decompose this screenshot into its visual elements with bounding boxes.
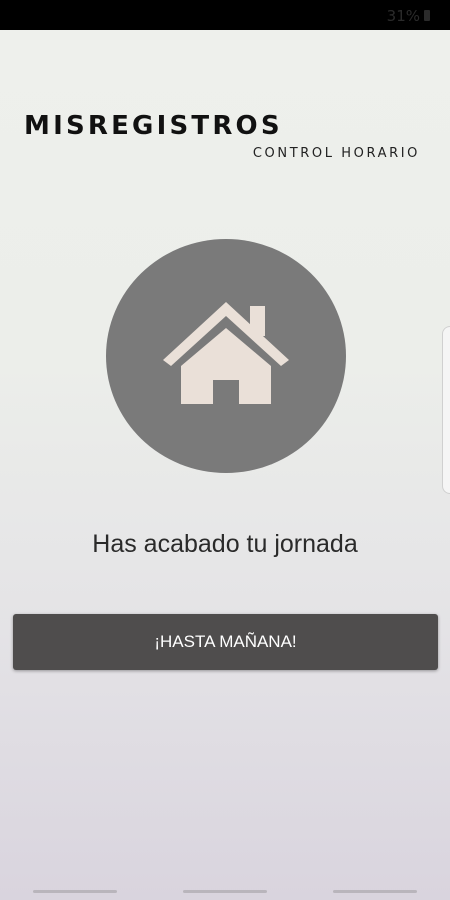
see-you-tomorrow-button[interactable]: ¡HASTA MAÑANA!: [13, 614, 438, 670]
back-bar[interactable]: [333, 889, 417, 893]
app-screen: 31% MISREGISTROS CONTROL HORARIO Has aca…: [0, 0, 450, 900]
app-title: MISREGISTROS: [24, 111, 283, 141]
navigation-bar: [0, 882, 450, 900]
status-bar: 31%: [0, 0, 450, 30]
home-bar[interactable]: [183, 889, 267, 893]
end-of-day-message: Has acabado tu jornada: [92, 530, 358, 558]
app-logo: MISREGISTROS CONTROL HORARIO: [24, 112, 420, 161]
battery-level: 31%: [386, 7, 420, 25]
battery-icon: [424, 10, 430, 21]
status-circle: [106, 239, 346, 473]
home-icon: [163, 302, 289, 404]
recent-apps-bar[interactable]: [33, 889, 117, 893]
edge-panel-handle[interactable]: [442, 326, 450, 494]
app-subtitle: CONTROL HORARIO: [252, 146, 420, 161]
